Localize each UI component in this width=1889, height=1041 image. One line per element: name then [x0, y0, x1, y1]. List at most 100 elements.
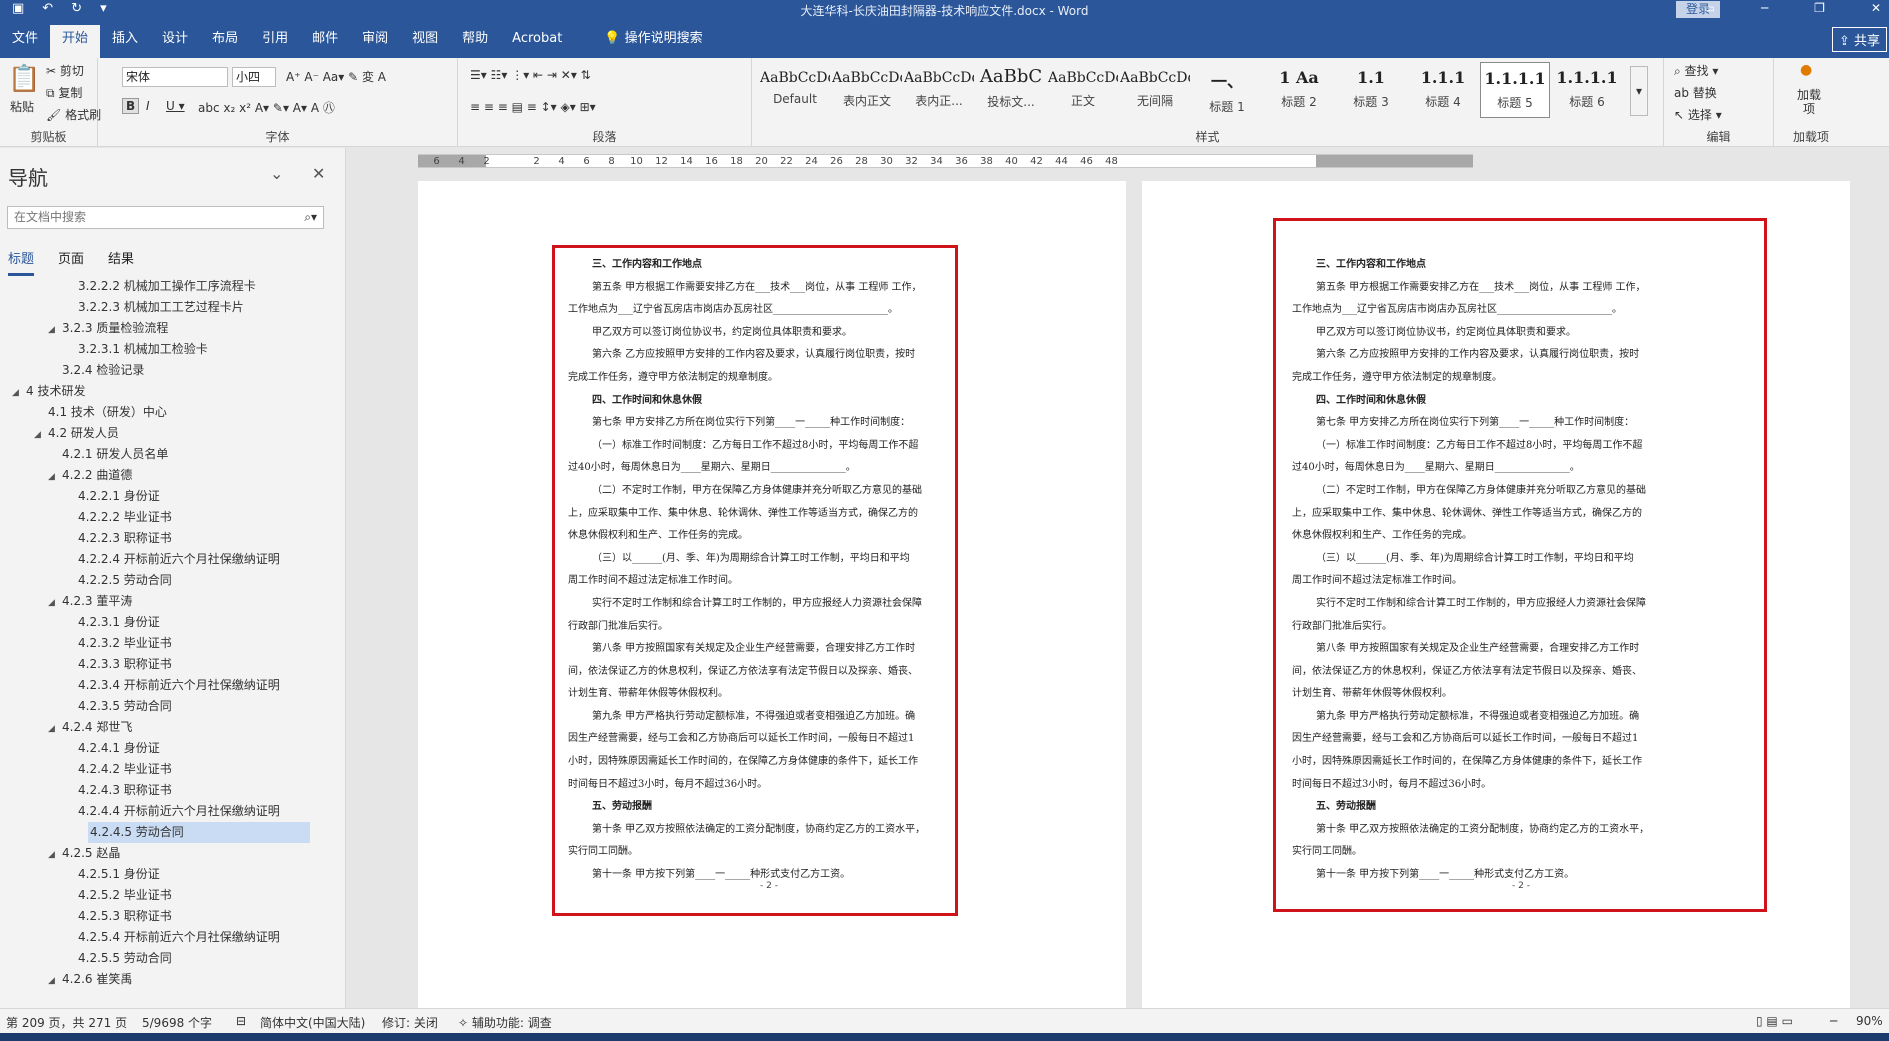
- ribbon-display-icon[interactable]: ▭: [1704, 1, 1715, 15]
- collapse-arrow-icon[interactable]: ◢: [48, 845, 62, 866]
- nav-heading-item[interactable]: ◢ 4.2 研发人员: [0, 423, 310, 444]
- style-5[interactable]: AaBbCcDdE 无间隔: [1120, 62, 1190, 118]
- replace-button[interactable]: ab 替换: [1674, 84, 1717, 101]
- tab-5[interactable]: 引用: [250, 19, 300, 58]
- tab-2[interactable]: 插入: [100, 19, 150, 58]
- nav-heading-item[interactable]: ◢ 4.2.5 赵晶: [0, 843, 310, 864]
- tab-1[interactable]: 开始: [50, 25, 101, 58]
- styles-more-icon[interactable]: ▾: [1630, 66, 1648, 116]
- nav-heading-item[interactable]: 4.2.5.3 职称证书: [0, 906, 310, 927]
- collapse-arrow-icon[interactable]: ◢: [12, 383, 26, 404]
- align-buttons-row[interactable]: ≡ ≡ ≡ ▤ ≡ ↕▾ ◈▾ ⊞▾: [470, 100, 596, 114]
- nav-heading-item[interactable]: 4.2.5.1 身份证: [0, 864, 310, 885]
- nav-heading-item[interactable]: 4.2.5.5 劳动合同: [0, 948, 310, 969]
- italic-button[interactable]: I: [146, 99, 150, 113]
- nav-heading-item[interactable]: 4.2.5.2 毕业证书: [0, 885, 310, 906]
- track-changes[interactable]: 修订: 关闭: [382, 1014, 438, 1031]
- page-count[interactable]: 第 209 页，共 271 页: [6, 1014, 127, 1031]
- underline-button[interactable]: U ▾: [166, 99, 185, 113]
- collapse-arrow-icon[interactable]: ◢: [48, 593, 62, 614]
- nav-options-icon[interactable]: ⌄: [270, 164, 283, 183]
- nav-heading-item[interactable]: ◢ 4.2.6 崔笑禹: [0, 969, 310, 990]
- style-8[interactable]: 1.1 标题 3: [1336, 62, 1406, 118]
- page-right-text[interactable]: 三、工作内容和工作地点 第五条 甲方根据工作需要安排乙方在___技术___岗位，从…: [1292, 254, 1746, 887]
- cut-button[interactable]: ✂ 剪切: [46, 62, 84, 79]
- style-9[interactable]: 1.1.1 标题 4: [1408, 62, 1478, 118]
- collapse-arrow-icon[interactable]: ◢: [48, 467, 62, 488]
- zoom-level[interactable]: 90%: [1856, 1014, 1883, 1028]
- style-3[interactable]: AaBbC 投标文...: [976, 62, 1046, 118]
- close-icon[interactable]: ✕: [1871, 1, 1881, 15]
- tab-3[interactable]: 设计: [150, 19, 200, 58]
- search-icon[interactable]: ⌕▾: [304, 207, 317, 228]
- nav-tab-2[interactable]: 结果: [108, 248, 134, 276]
- nav-heading-item[interactable]: 4.2.1 研发人员名单: [0, 444, 310, 465]
- nav-heading-item[interactable]: 4.2.3.1 身份证: [0, 612, 310, 633]
- paste-button[interactable]: 粘贴: [10, 98, 34, 115]
- nav-tab-1[interactable]: 页面: [58, 248, 84, 276]
- nav-heading-item[interactable]: 4.2.4.3 职称证书: [0, 780, 310, 801]
- tab-9[interactable]: 帮助: [450, 19, 500, 58]
- style-2[interactable]: AaBbCcDdE 表内正...: [904, 62, 974, 118]
- nav-heading-item[interactable]: 4.2.2.3 职称证书: [0, 528, 310, 549]
- tab-0[interactable]: 文件: [0, 19, 50, 58]
- style-0[interactable]: AaBbCcDd Default: [760, 62, 830, 118]
- font-family-combo[interactable]: 宋体: [122, 67, 228, 87]
- tab-6[interactable]: 邮件: [300, 19, 350, 58]
- nav-heading-item[interactable]: 4.2.3.5 劳动合同: [0, 696, 310, 717]
- nav-heading-item[interactable]: 4.2.3.2 毕业证书: [0, 633, 310, 654]
- style-4[interactable]: AaBbCcDdE 正文: [1048, 62, 1118, 118]
- nav-close-icon[interactable]: ✕: [312, 164, 325, 183]
- nav-heading-item[interactable]: 4.2.2.1 身份证: [0, 486, 310, 507]
- font-size-combo[interactable]: 小四: [232, 67, 276, 87]
- nav-heading-item[interactable]: 4.2.4.2 毕业证书: [0, 759, 310, 780]
- nav-heading-item[interactable]: 3.2.4 检验记录: [0, 360, 310, 381]
- tab-8[interactable]: 视图: [400, 19, 450, 58]
- nav-tab-0[interactable]: 标题: [8, 248, 35, 276]
- nav-heading-item[interactable]: 4.2.2.5 劳动合同: [0, 570, 310, 591]
- list-buttons-row[interactable]: ☰▾ ☷▾ ⋮▾ ⇤ ⇥ ✕▾ ⇅: [470, 68, 591, 82]
- nav-heading-item[interactable]: ◢ 4.2.2 曲道德: [0, 465, 310, 486]
- word-count[interactable]: 5/9698 个字: [142, 1014, 212, 1031]
- restore-icon[interactable]: ❐: [1814, 1, 1825, 15]
- nav-heading-item[interactable]: ◢ 4 技术研发: [0, 381, 310, 402]
- font-effects-row[interactable]: abc x₂ x² A▾ ✎▾ A▾ A ㊇: [198, 99, 335, 116]
- view-buttons[interactable]: ▯ ▤ ▭: [1756, 1014, 1793, 1028]
- collapse-arrow-icon[interactable]: ◢: [48, 971, 62, 992]
- minimize-icon[interactable]: ─: [1761, 1, 1768, 15]
- nav-heading-item[interactable]: 4.1 技术（研发）中心: [0, 402, 310, 423]
- tab-4[interactable]: 布局: [200, 19, 250, 58]
- select-button[interactable]: ↖ 选择 ▾: [1674, 106, 1722, 123]
- nav-heading-item[interactable]: 4.2.2.4 开标前近六个月社保缴纳证明: [0, 549, 310, 570]
- style-6[interactable]: 一、 标题 1: [1192, 62, 1262, 118]
- tab-7[interactable]: 审阅: [350, 19, 400, 58]
- language[interactable]: 简体中文(中国大陆): [260, 1014, 365, 1031]
- nav-heading-item[interactable]: 4.2.5.4 开标前近六个月社保缴纳证明: [0, 927, 310, 948]
- page-left-text[interactable]: 三、工作内容和工作地点 第五条 甲方根据工作需要安排乙方在___技术___岗位，从…: [568, 254, 964, 887]
- bold-button[interactable]: B: [122, 98, 140, 114]
- nav-heading-item[interactable]: 4.2.3.3 职称证书: [0, 654, 310, 675]
- copy-button[interactable]: ⧉ 复制: [46, 84, 82, 101]
- style-10[interactable]: 1.1.1.1 标题 5: [1480, 62, 1550, 118]
- proofing-icon[interactable]: ⊟: [236, 1014, 246, 1028]
- collapse-arrow-icon[interactable]: ◢: [48, 719, 62, 740]
- find-button[interactable]: ⌕ 查找 ▾: [1674, 62, 1718, 79]
- tab-11[interactable]: 💡 操作说明搜索: [592, 19, 714, 58]
- style-1[interactable]: AaBbCcDdE 表内正文: [832, 62, 902, 118]
- nav-heading-item[interactable]: 3.2.3.1 机械加工检验卡: [0, 339, 310, 360]
- nav-heading-item[interactable]: ◢ 4.2.4 郑世飞: [0, 717, 310, 738]
- style-7[interactable]: 1 Aa 标题 2: [1264, 62, 1334, 118]
- nav-heading-item[interactable]: 4.2.3.4 开标前近六个月社保缴纳证明: [0, 675, 310, 696]
- nav-search-input[interactable]: 在文档中搜索 ⌕▾: [7, 206, 324, 229]
- collapse-arrow-icon[interactable]: ◢: [48, 320, 62, 341]
- collapse-arrow-icon[interactable]: ◢: [34, 425, 48, 446]
- nav-heading-item[interactable]: 4.2.4.4 开标前近六个月社保缴纳证明: [0, 801, 310, 822]
- share-button[interactable]: ⇪ 共享: [1831, 27, 1887, 52]
- load-addins-button[interactable]: 加载项: [1794, 88, 1824, 116]
- nav-heading-item[interactable]: 4.2.2.2 毕业证书: [0, 507, 310, 528]
- format-painter-button[interactable]: 🖌 格式刷: [46, 106, 101, 123]
- nav-heading-item[interactable]: 4.2.4.1 身份证: [0, 738, 310, 759]
- nav-heading-item[interactable]: ◢ 3.2.3 质量检验流程: [0, 318, 310, 339]
- style-11[interactable]: 1.1.1.1 标题 6: [1552, 62, 1622, 118]
- zoom-slider-icon[interactable]: ─: [1830, 1014, 1837, 1028]
